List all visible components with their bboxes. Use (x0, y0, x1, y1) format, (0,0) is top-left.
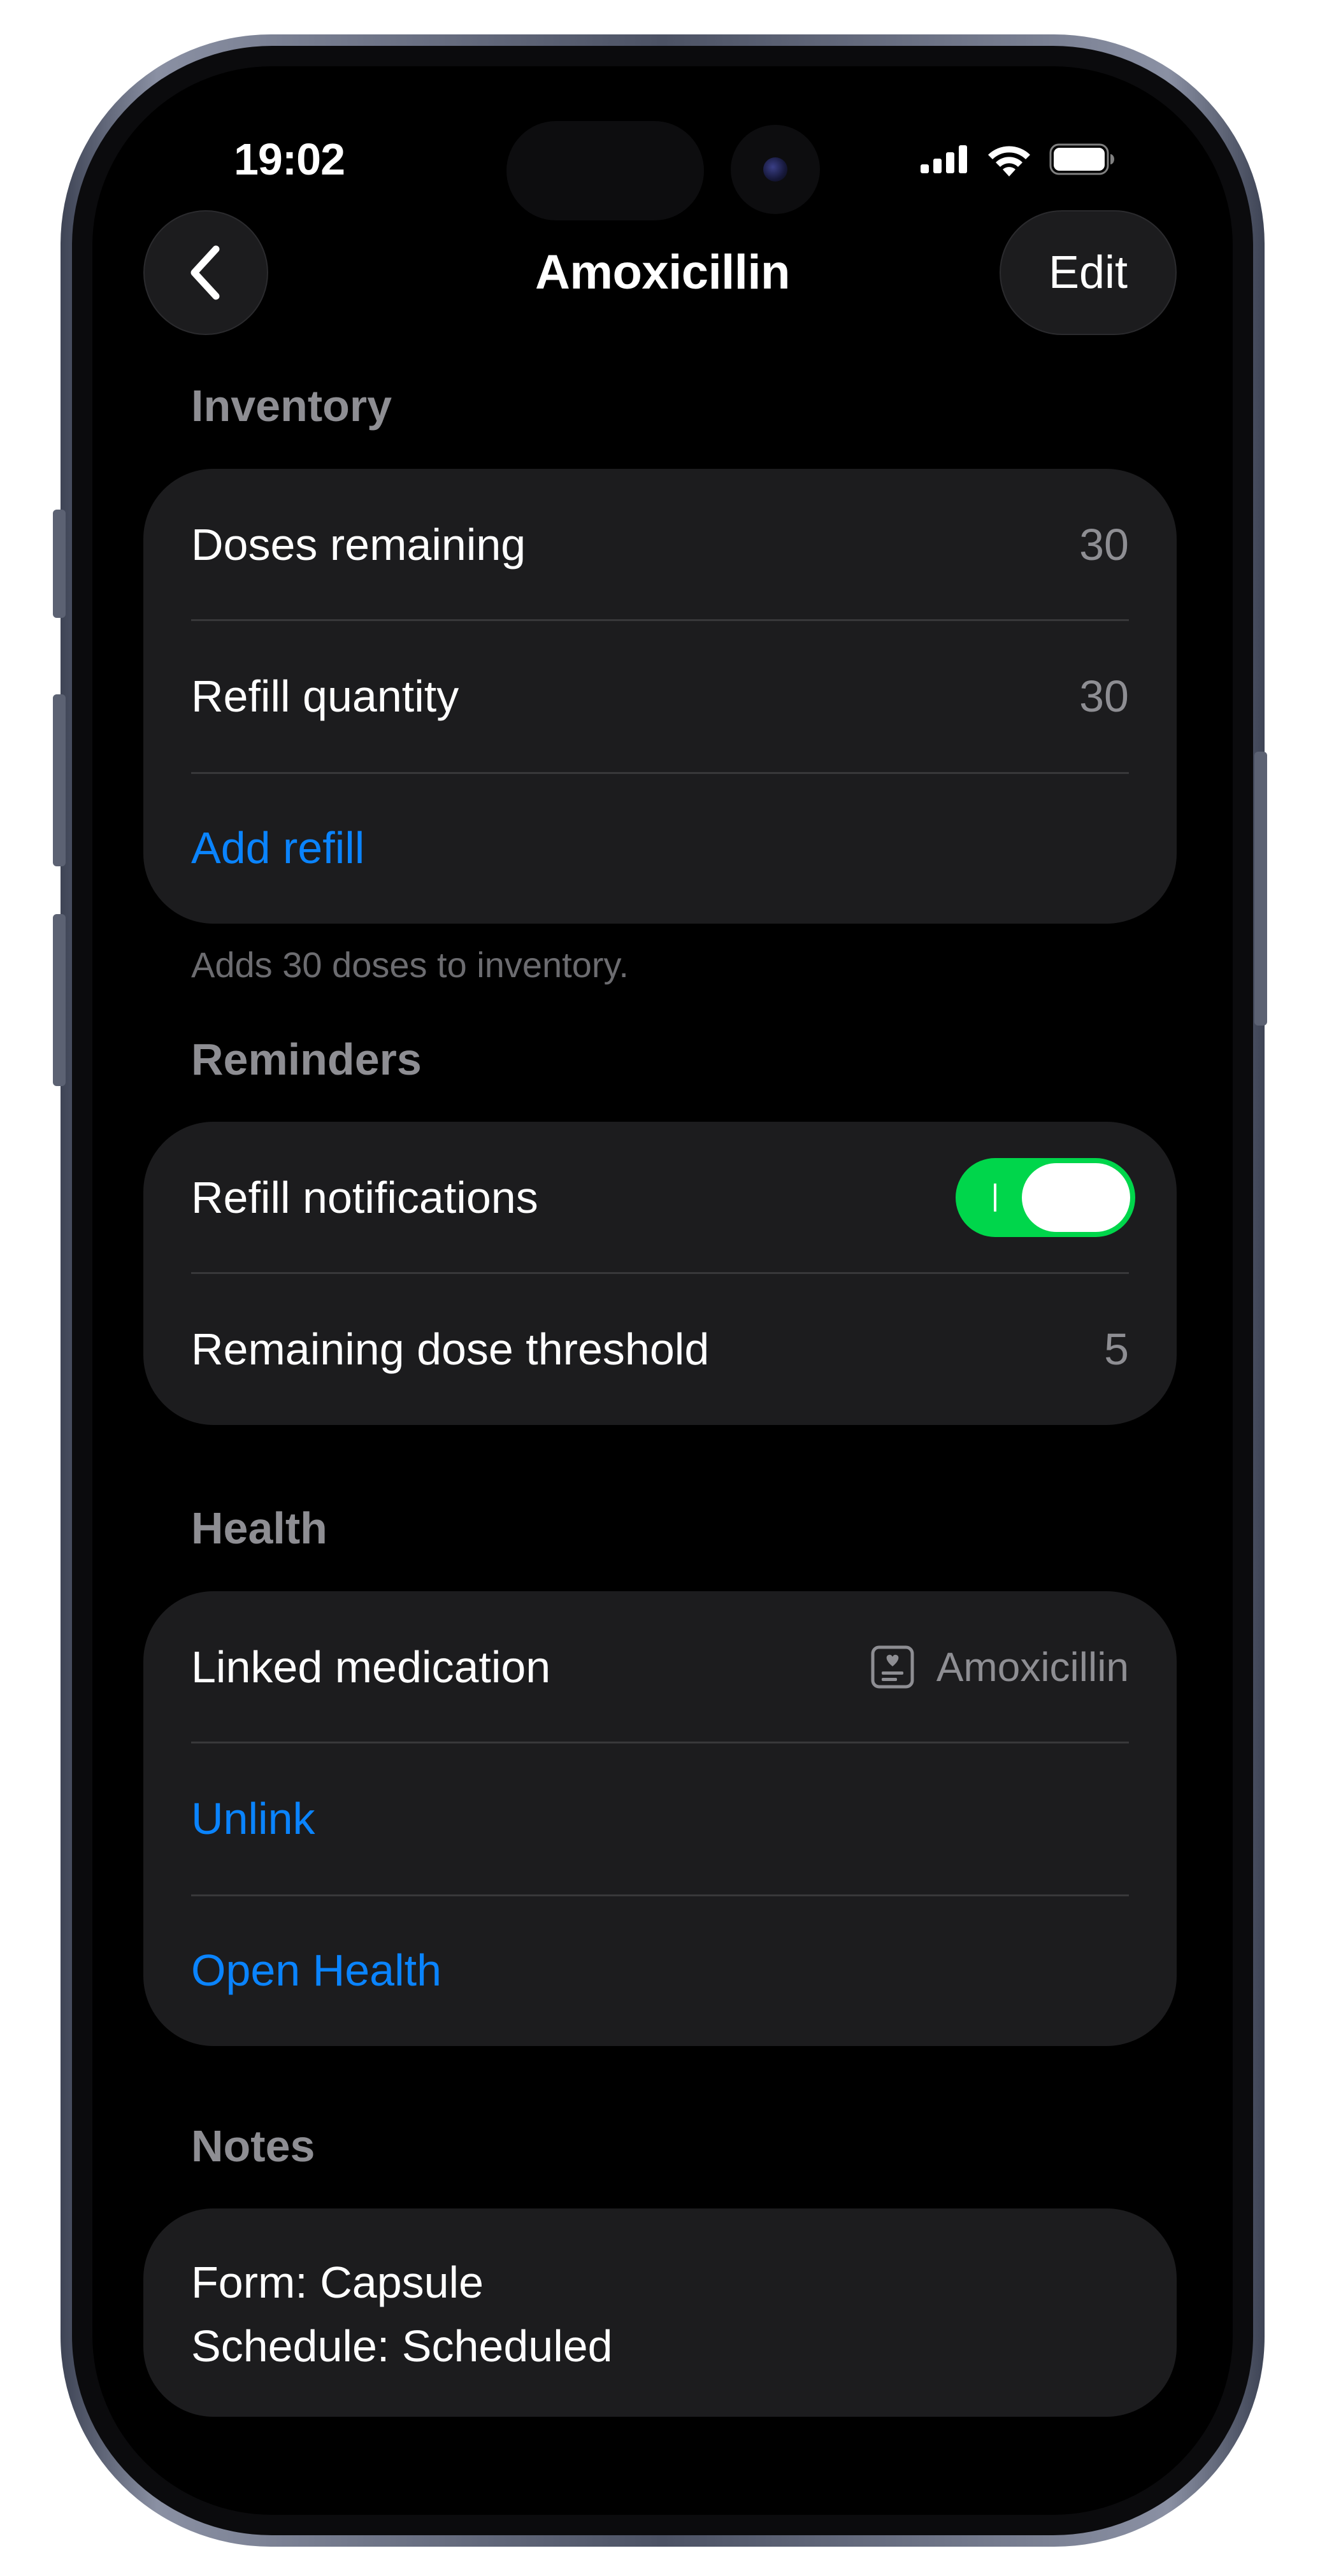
doses-remaining-label: Doses remaining (191, 520, 526, 569)
edit-button[interactable]: Edit (1000, 210, 1177, 335)
notes-schedule-line: Schedule: Scheduled (191, 2321, 613, 2371)
refill-quantity-value: 30 (1079, 671, 1129, 721)
linked-medication-row: Linked medication Amoxicillin (191, 1591, 1129, 1743)
inventory-footer-note: Adds 30 doses to inventory. (191, 945, 629, 985)
linked-medication-value-group: Amoxicillin (870, 1643, 1129, 1691)
health-card: Linked medication Amoxicillin Unlink Ope… (143, 1591, 1177, 2046)
wifi-icon (988, 146, 1030, 176)
threshold-value: 5 (1104, 1324, 1129, 1374)
medication-card-icon (871, 1645, 914, 1689)
status-time: 19:02 (234, 134, 345, 184)
power-button (1254, 752, 1267, 1026)
unlink-button[interactable]: Unlink (191, 1793, 315, 1844)
refill-notifications-toggle[interactable] (956, 1158, 1135, 1237)
doses-remaining-row: Doses remaining 30 (191, 469, 1129, 620)
open-health-button[interactable]: Open Health (191, 1945, 441, 1996)
unlink-row[interactable]: Unlink (191, 1743, 1129, 1894)
volume-up-button (53, 694, 66, 866)
add-refill-button[interactable]: Add refill (191, 822, 364, 873)
notes-card: Form: Capsule Schedule: Scheduled (143, 2208, 1177, 2417)
refill-notifications-label: Refill notifications (191, 1173, 538, 1222)
add-refill-row[interactable]: Add refill (191, 772, 1129, 924)
doses-remaining-value: 30 (1079, 520, 1129, 569)
reminders-header: Reminders (191, 1034, 422, 1084)
island-sensor (506, 121, 704, 220)
refill-quantity-row[interactable]: Refill quantity 30 (191, 620, 1129, 772)
refill-quantity-label: Refill quantity (191, 671, 459, 721)
notes-form-line: Form: Capsule (191, 2258, 484, 2307)
threshold-label: Remaining dose threshold (191, 1324, 710, 1374)
camera-lens-icon (763, 157, 787, 182)
threshold-row[interactable]: Remaining dose threshold 5 (191, 1273, 1129, 1425)
cellular-signal-icon (921, 145, 967, 173)
health-header: Health (191, 1503, 327, 1553)
inventory-card: Doses remaining 30 Refill quantity 30 Ad… (143, 469, 1177, 924)
linked-medication-label: Linked medication (191, 1642, 551, 1692)
notes-text: Form: Capsule Schedule: Scheduled (191, 2250, 613, 2378)
screen: 19:02 Amoxicillin Edit Inventory Doses r… (92, 66, 1233, 2515)
notes-header: Notes (191, 2121, 315, 2171)
volume-down-button (53, 914, 66, 1086)
toggle-knob (1022, 1163, 1130, 1232)
action-button (53, 510, 66, 618)
status-icons (921, 140, 1116, 178)
battery-icon (1049, 143, 1114, 175)
linked-medication-value: Amoxicillin (936, 1644, 1129, 1690)
open-health-row[interactable]: Open Health (191, 1894, 1129, 2046)
toggle-on-mark (994, 1184, 996, 1212)
reminders-card: Refill notifications Remaining dose thre… (143, 1122, 1177, 1425)
inventory-header: Inventory (191, 381, 392, 431)
